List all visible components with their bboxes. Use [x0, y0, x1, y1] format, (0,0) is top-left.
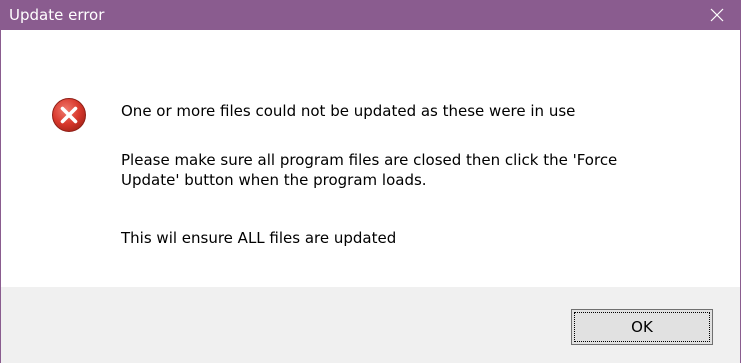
ok-button[interactable]: OK: [571, 309, 713, 345]
message-line-3: This wil ensure ALL files are updated: [121, 229, 397, 247]
message-line-2a: Please make sure all program files are c…: [121, 151, 618, 169]
message-line-2b: Update' button when the program loads.: [121, 171, 427, 189]
message-area: One or more files could not be updated a…: [1, 30, 740, 287]
title-bar[interactable]: Update error: [1, 0, 740, 30]
update-error-dialog: Update error One or more files could not…: [0, 0, 741, 363]
message-line-1: One or more files could not be updated a…: [121, 102, 576, 120]
button-bar: OK: [1, 287, 740, 363]
ok-button-label: OK: [631, 318, 653, 336]
close-button[interactable]: [694, 0, 740, 30]
error-icon: [52, 98, 86, 132]
close-icon: [710, 8, 724, 22]
window-title: Update error: [9, 6, 105, 24]
ok-button-focus-rect: OK: [574, 312, 710, 342]
